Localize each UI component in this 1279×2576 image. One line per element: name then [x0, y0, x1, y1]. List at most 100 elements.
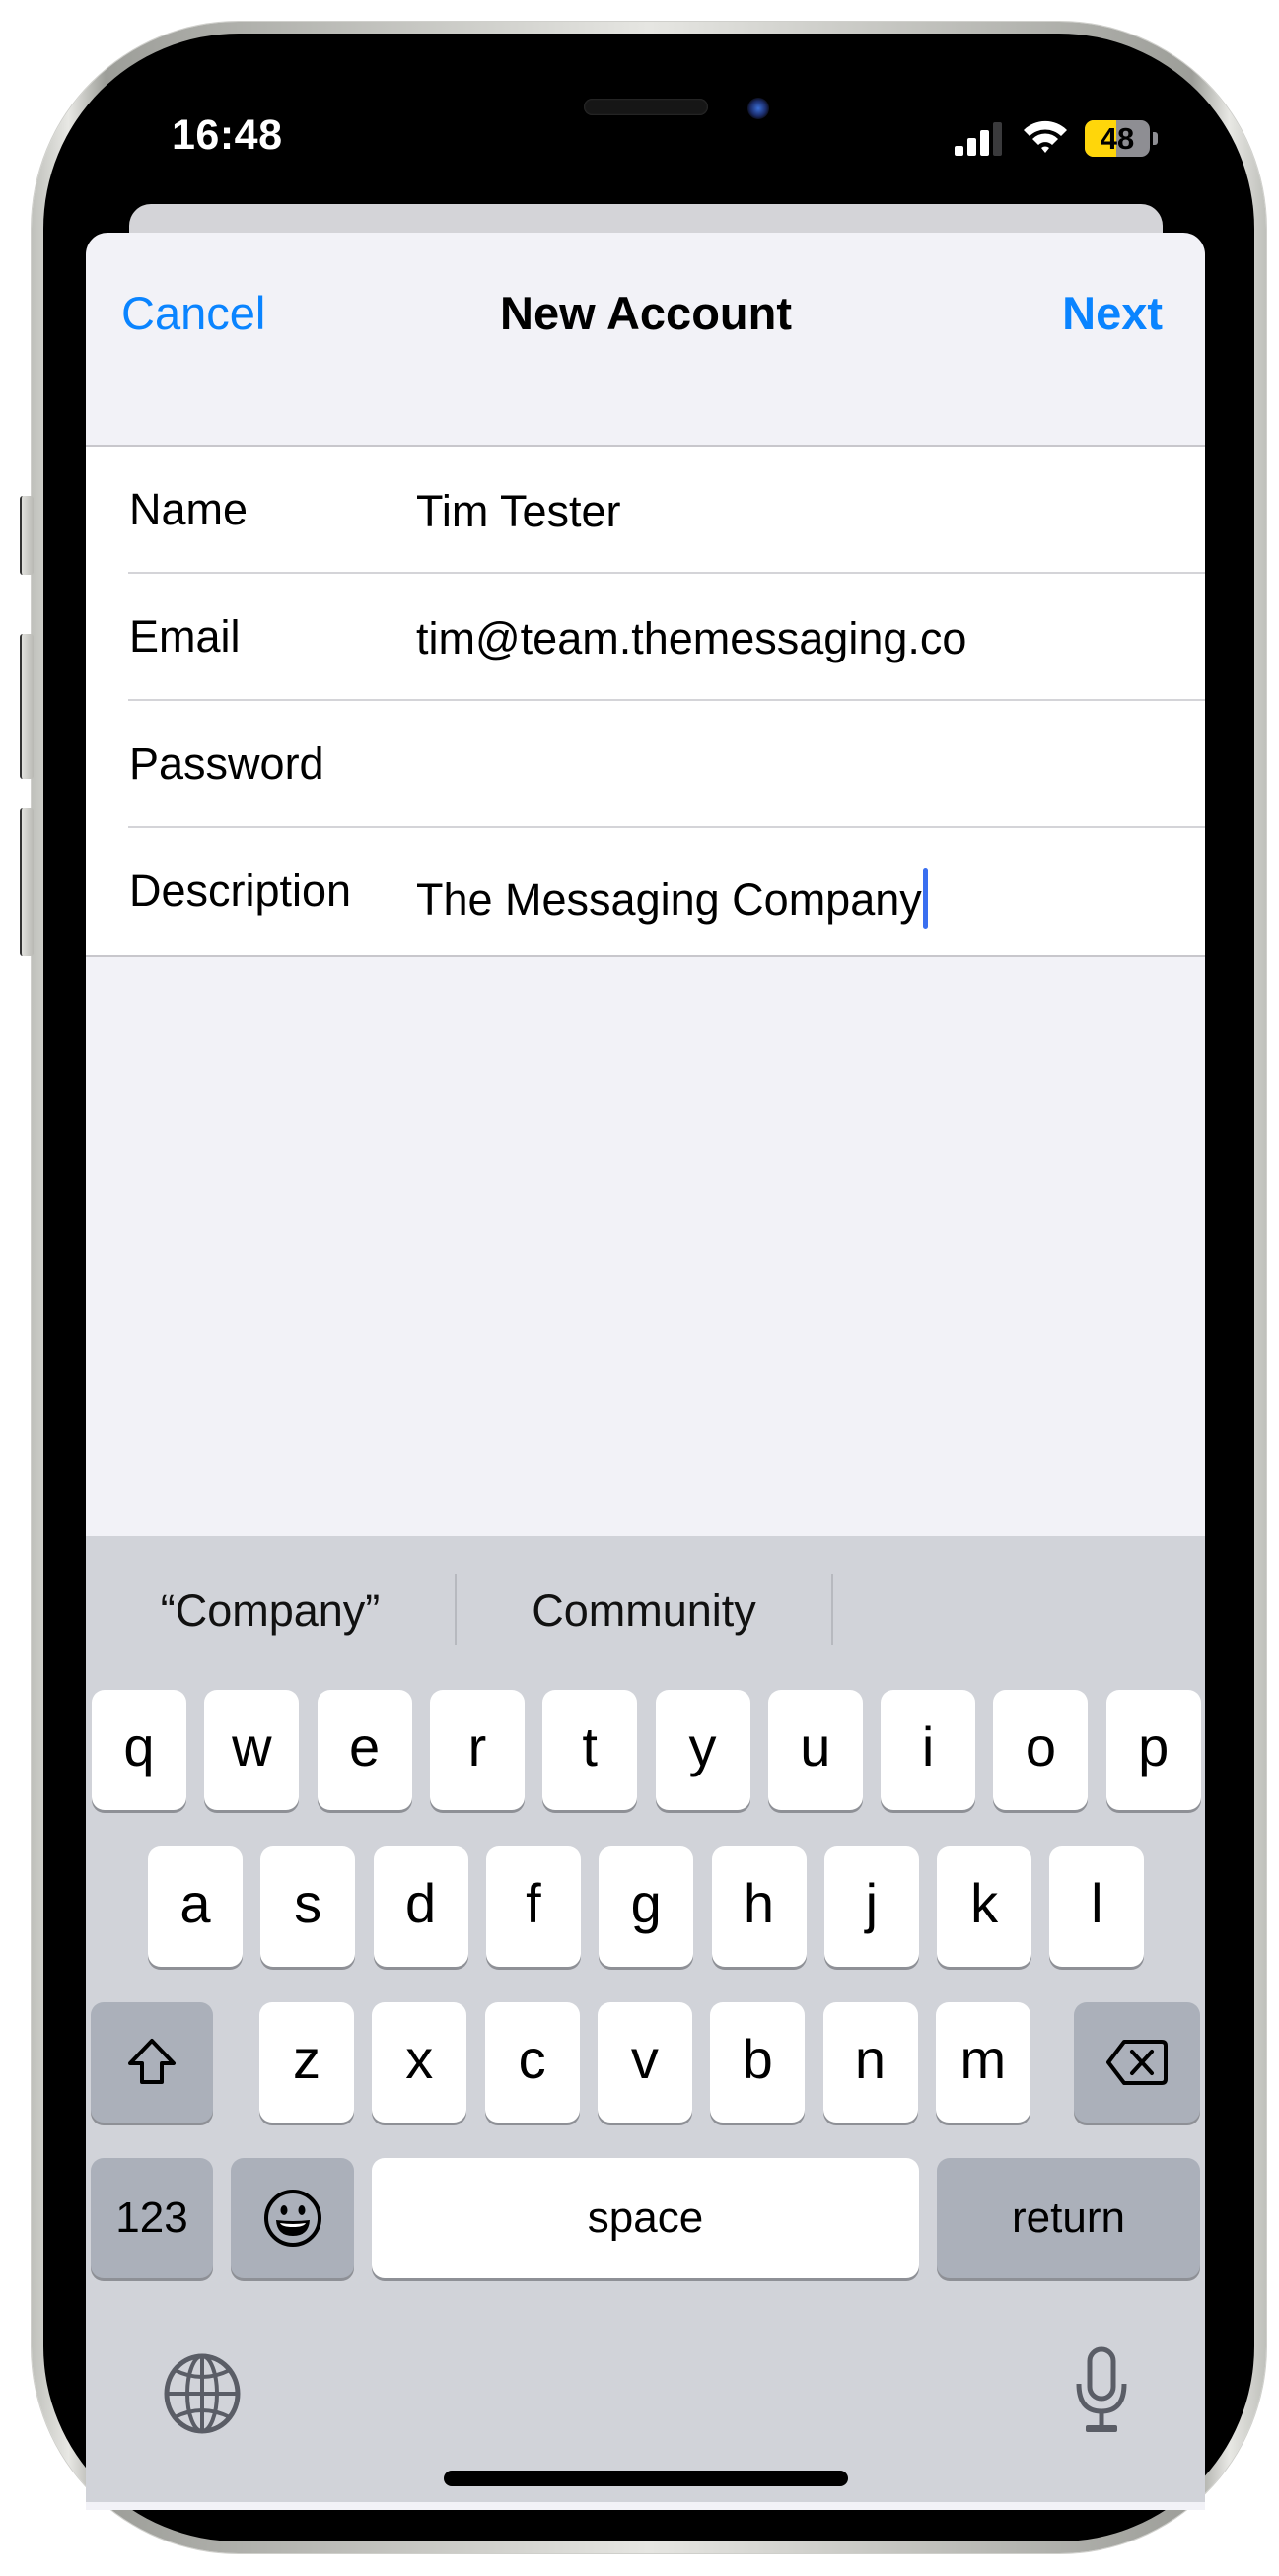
name-row[interactable]: Name Tim Tester [86, 447, 1205, 574]
key-d[interactable]: d [373, 1846, 468, 1967]
password-label: Password [129, 738, 324, 789]
key-i[interactable]: i [881, 1690, 976, 1810]
key-label: b [742, 2027, 773, 2090]
key-a[interactable]: a [148, 1846, 243, 1967]
email-label: Email [129, 611, 241, 661]
key-label: c [518, 2027, 546, 2090]
key-label: d [405, 1871, 437, 1934]
key-b[interactable]: b [710, 2002, 806, 2123]
key-n[interactable]: n [822, 2002, 918, 2123]
key-w[interactable]: w [204, 1690, 300, 1810]
key-s[interactable]: s [260, 1846, 356, 1967]
numbers-key-label: 123 [115, 2193, 188, 2242]
key-q[interactable]: q [92, 1690, 186, 1810]
description-value: The Messaging Company [416, 874, 922, 925]
suggestion-2[interactable]: Community [457, 1585, 831, 1636]
signal-bar [993, 122, 1002, 156]
key-l[interactable]: l [1049, 1846, 1145, 1967]
emoji-icon [263, 2190, 321, 2247]
key-v[interactable]: v [597, 2002, 692, 2123]
key-label: s [294, 1871, 322, 1934]
key-label: j [865, 1871, 879, 1934]
key-label: m [959, 2027, 1007, 2090]
keyboard: “Company” Community 123 space return q w… [86, 1536, 1205, 2502]
key-j[interactable]: j [823, 1846, 919, 1967]
key-f[interactable]: f [485, 1846, 581, 1967]
signal-bar [955, 146, 963, 156]
battery-icon: 48 [1085, 120, 1160, 158]
key-label: e [349, 1714, 381, 1777]
key-o[interactable]: o [993, 1690, 1089, 1810]
earpiece-speaker [584, 99, 708, 115]
description-field[interactable]: The Messaging Company [416, 868, 928, 929]
key-label: o [1025, 1714, 1056, 1777]
volume-down-button [20, 808, 34, 956]
key-k[interactable]: k [937, 1846, 1032, 1967]
key-label: w [232, 1714, 272, 1777]
key-label: x [405, 2027, 434, 2090]
name-label: Name [129, 484, 249, 534]
status-time: 16:48 [172, 111, 283, 159]
delete-key[interactable] [1074, 2002, 1200, 2123]
microphone-icon [1076, 2346, 1127, 2432]
key-label: h [743, 1871, 775, 1934]
key-r[interactable]: r [429, 1690, 525, 1810]
return-key[interactable]: return [937, 2158, 1200, 2278]
emoji-key[interactable] [231, 2158, 354, 2278]
key-x[interactable]: x [372, 2002, 467, 2123]
return-key-label: return [1012, 2193, 1125, 2242]
description-label: Description [129, 866, 352, 916]
key-c[interactable]: c [484, 2002, 580, 2123]
shift-icon [128, 2039, 176, 2084]
cellular-signal-icon [955, 122, 1006, 156]
globe-button[interactable] [163, 2352, 242, 2435]
key-label: t [582, 1714, 598, 1777]
key-label: k [970, 1871, 999, 1934]
key-label: v [630, 2027, 659, 2090]
name-field[interactable]: Tim Tester [416, 486, 621, 537]
signal-bar [980, 130, 989, 156]
space-key-label: space [587, 2193, 704, 2242]
delete-icon [1106, 2040, 1168, 2085]
key-label: a [179, 1871, 211, 1934]
key-y[interactable]: y [655, 1690, 750, 1810]
suggestion-separator [831, 1574, 833, 1645]
key-label: z [293, 2027, 320, 2090]
numbers-key[interactable]: 123 [91, 2158, 213, 2278]
key-label: y [688, 1714, 717, 1777]
home-indicator[interactable] [444, 2471, 848, 2486]
key-label: i [921, 1714, 935, 1777]
space-key[interactable]: space [372, 2158, 919, 2278]
volume-up-button [20, 634, 34, 779]
globe-icon [164, 2353, 241, 2434]
shift-key[interactable] [91, 2002, 213, 2123]
next-button[interactable]: Next [1045, 286, 1163, 340]
action-button [20, 496, 34, 575]
description-row[interactable]: Description The Messaging Company [86, 828, 1205, 955]
text-cursor [922, 868, 928, 929]
signal-bar [967, 138, 976, 156]
front-camera [747, 98, 769, 119]
dictation-button[interactable] [1072, 2346, 1131, 2435]
key-label: p [1138, 1714, 1170, 1777]
key-u[interactable]: u [767, 1690, 863, 1810]
key-label: g [630, 1871, 662, 1934]
suggestion-1[interactable]: “Company” [86, 1585, 455, 1636]
email-row[interactable]: Email tim@team.themessaging.co [86, 574, 1205, 701]
key-z[interactable]: z [259, 2002, 354, 2123]
key-label: q [123, 1714, 155, 1777]
account-form: Name Tim Tester Email tim@team.themessag… [86, 445, 1205, 957]
email-field[interactable]: tim@team.themessaging.co [416, 613, 966, 664]
key-label: u [800, 1714, 831, 1777]
key-p[interactable]: p [1105, 1690, 1201, 1810]
key-label: l [1091, 1871, 1103, 1934]
key-label: r [467, 1714, 487, 1777]
key-h[interactable]: h [711, 1846, 807, 1967]
key-e[interactable]: e [317, 1690, 412, 1810]
password-row[interactable]: Password [86, 701, 1205, 828]
key-m[interactable]: m [935, 2002, 1030, 2123]
key-g[interactable]: g [599, 1846, 694, 1967]
wifi-icon [1021, 117, 1070, 157]
key-t[interactable]: t [542, 1690, 638, 1810]
key-label: n [854, 2027, 887, 2090]
